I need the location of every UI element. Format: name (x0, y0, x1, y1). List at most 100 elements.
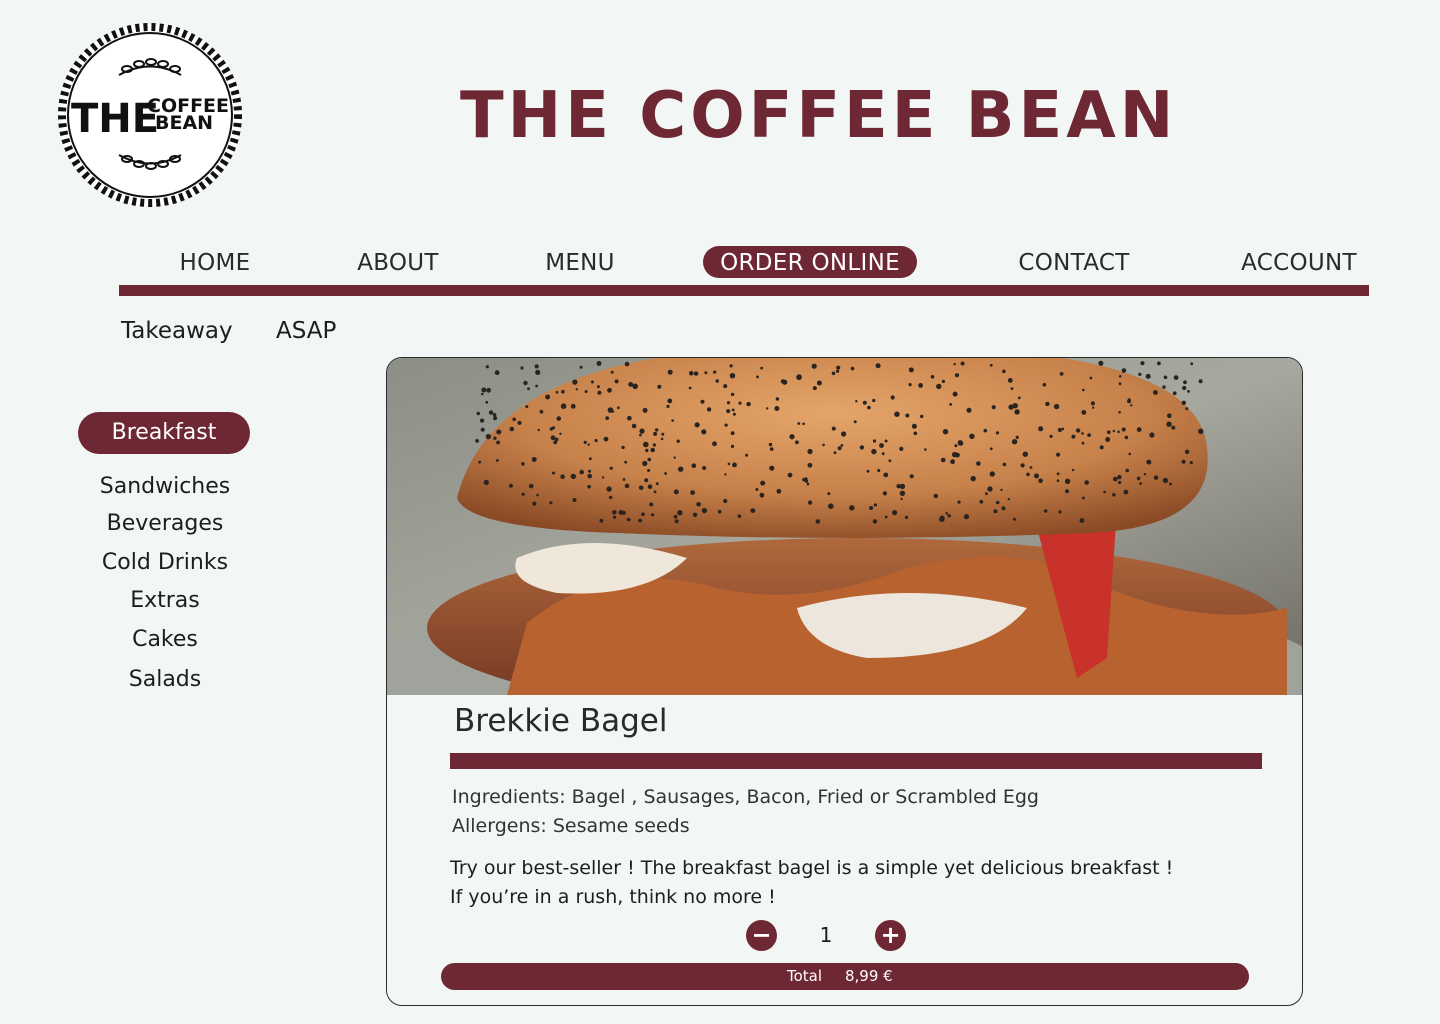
poppy-seed (995, 431, 1000, 435)
nav-about[interactable]: ABOUT (333, 246, 463, 278)
poppy-seed (963, 514, 970, 520)
poppy-seed (579, 469, 584, 475)
category-beverages[interactable]: Beverages (60, 511, 270, 536)
poppy-seed (732, 412, 736, 416)
poppy-seed (1001, 506, 1006, 511)
poppy-seed (601, 476, 605, 479)
poppy-seed (1056, 479, 1060, 482)
poppy-seed (1008, 404, 1014, 410)
poppy-seed (899, 446, 904, 451)
poppy-seed (1187, 390, 1190, 393)
poppy-seed (1113, 476, 1118, 482)
poppy-seed (653, 431, 658, 436)
nav-home[interactable]: HOME (150, 246, 280, 278)
poppy-seed (1118, 375, 1122, 378)
nav-contact[interactable]: CONTACT (999, 246, 1149, 278)
poppy-seed (727, 462, 731, 466)
poppy-seed (549, 501, 553, 505)
nav-menu[interactable]: MENU (515, 246, 645, 278)
poppy-seed (612, 510, 617, 515)
poppy-seed (796, 374, 802, 380)
total-bar[interactable]: Total 8,99 € (441, 963, 1249, 990)
order-mode-takeaway[interactable]: Takeaway (121, 318, 233, 344)
poppy-seed (1172, 391, 1177, 396)
poppy-seed (787, 472, 793, 478)
poppy-seed (1053, 403, 1060, 410)
poppy-seed (488, 410, 494, 415)
product-ingredients: Ingredients: Bagel , Sausages, Bacon, Fr… (452, 786, 1039, 808)
poppy-seed (769, 447, 774, 451)
poppy-seed (614, 379, 619, 384)
poppy-seed (657, 384, 662, 389)
poppy-seed (688, 386, 692, 390)
poppy-seed (993, 509, 998, 514)
poppy-seed (528, 483, 534, 489)
poppy-seed (755, 488, 759, 491)
poppy-seed (653, 490, 657, 494)
poppy-seed (594, 439, 598, 443)
poppy-seed (979, 499, 984, 504)
poppy-seed (666, 404, 670, 408)
poppy-seed (610, 370, 614, 374)
poppy-seed (713, 370, 717, 374)
poppy-seed (639, 428, 645, 434)
category-sandwiches[interactable]: Sandwiches (60, 474, 270, 499)
category-breakfast[interactable]: Breakfast (78, 412, 250, 454)
poppy-seed (729, 373, 736, 379)
category-salads[interactable]: Salads (60, 667, 270, 692)
poppy-seed (617, 406, 620, 410)
nav-order-online[interactable]: ORDER ONLINE (703, 246, 917, 278)
poppy-seed (545, 394, 551, 400)
poppy-seed (966, 407, 972, 413)
poppy-seed (806, 482, 810, 486)
poppy-seed (1071, 468, 1075, 472)
poppy-seed (1173, 375, 1179, 380)
poppy-seed (476, 411, 480, 416)
poppy-seed (1153, 390, 1158, 395)
poppy-seed (899, 490, 906, 496)
category-cakes[interactable]: Cakes (60, 627, 270, 652)
poppy-seed (1139, 482, 1143, 485)
poppy-seed (969, 433, 975, 439)
brand-logo[interactable]: THE COFFEE BEAN (55, 20, 245, 210)
poppy-seed (1022, 451, 1028, 457)
poppy-seed (1171, 425, 1176, 430)
poppy-seed (947, 514, 951, 518)
poppy-seed (673, 489, 679, 495)
poppy-seed (553, 440, 558, 445)
poppy-seed (1002, 369, 1006, 374)
quantity-decrement-button[interactable]: − (746, 920, 777, 951)
poppy-seed (958, 441, 964, 446)
quantity-increment-button[interactable]: + (875, 920, 906, 951)
order-time-asap[interactable]: ASAP (276, 318, 336, 344)
poppy-seed (827, 492, 831, 496)
poppy-seed (1057, 427, 1062, 433)
category-cold-drinks[interactable]: Cold Drinks (60, 550, 270, 575)
poppy-seed (881, 452, 885, 456)
poppy-seed (550, 435, 556, 441)
poppy-seed (1090, 401, 1095, 406)
poppy-seed (1117, 430, 1120, 434)
poppy-seed (913, 431, 918, 436)
poppy-seed (949, 403, 952, 406)
poppy-seed (872, 519, 878, 524)
poppy-seed (535, 369, 541, 375)
poppy-seed (673, 514, 678, 519)
nav-account[interactable]: ACCOUNT (1224, 246, 1374, 278)
poppy-seed (560, 474, 565, 479)
poppy-seed (517, 420, 522, 425)
poppy-seed (726, 409, 731, 414)
category-extras[interactable]: Extras (60, 588, 270, 613)
poppy-seed (555, 390, 559, 394)
poppy-seed (724, 473, 727, 476)
poppy-seed (607, 407, 614, 413)
poppy-seed (807, 462, 813, 468)
minus-icon: − (751, 921, 772, 949)
poppy-seed (691, 463, 697, 468)
poppy-seed (525, 405, 529, 409)
poppy-seed (991, 405, 996, 410)
poppy-seed (1082, 388, 1085, 392)
poppy-seed (642, 407, 648, 413)
poppy-seed (552, 471, 555, 475)
poppy-seed (579, 365, 583, 369)
